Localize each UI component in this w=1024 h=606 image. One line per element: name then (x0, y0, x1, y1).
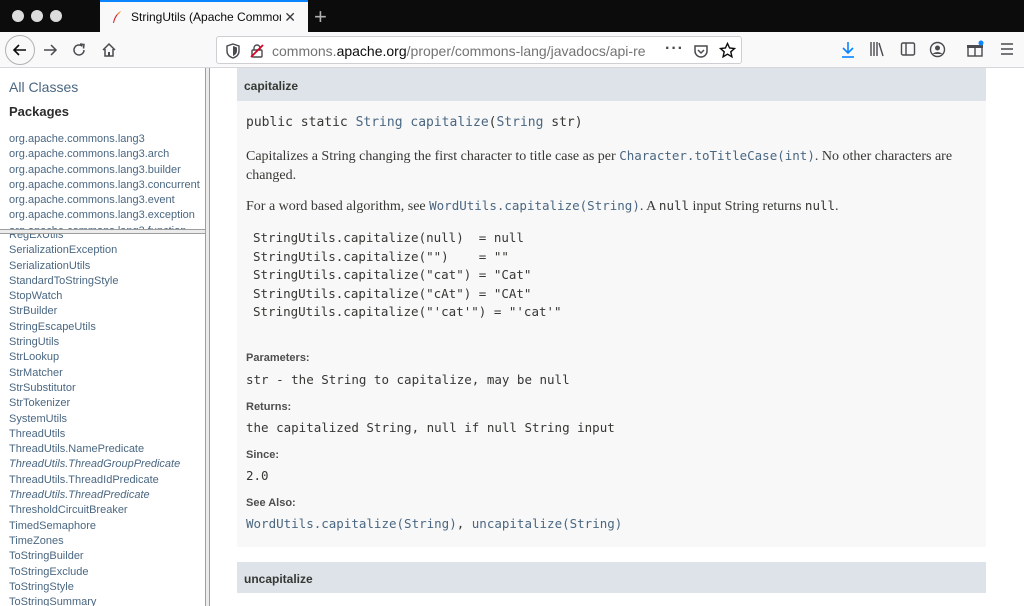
code-examples: StringUtils.capitalize(null) = null Strin… (253, 229, 562, 322)
example-line: StringUtils.capitalize("cat") = "Cat" (253, 267, 532, 282)
url-text[interactable]: commons.apache.org/proper/commons-lang/j… (272, 43, 652, 59)
class-link[interactable]: StrSubstitutor (9, 381, 180, 396)
apache-feather-icon (113, 11, 121, 23)
totitlecase-link[interactable]: Character.toTitleCase(int) (619, 148, 815, 163)
classes-frame: RegExUtils SerializationException Serializ… (0, 234, 205, 606)
tab-strip: StringUtils (Apache Commons Lang 3.9 API… (0, 0, 1024, 32)
extensions-gift-icon[interactable] (966, 40, 984, 58)
bookmark-star-icon[interactable] (719, 42, 736, 59)
param-type-link[interactable]: String (496, 115, 543, 130)
address-bar[interactable]: commons.apache.org/proper/commons-lang/j… (216, 36, 742, 64)
class-link[interactable]: ThresholdCircuitBreaker (9, 503, 180, 518)
class-link[interactable]: StrMatcher (9, 366, 180, 381)
package-link[interactable]: org.apache.commons.lang3.concurrent (9, 178, 200, 193)
example-line: StringUtils.capitalize("cAt") = "CAt" (253, 285, 532, 301)
package-link[interactable]: org.apache.commons.lang3.event (9, 193, 200, 208)
account-icon[interactable] (929, 41, 946, 58)
next-method-heading: uncapitalize (237, 562, 986, 593)
class-link[interactable]: SerializationException (9, 243, 180, 258)
pocket-icon[interactable] (693, 43, 709, 59)
reload-icon (73, 43, 85, 56)
downloads-icon[interactable] (840, 41, 856, 59)
class-link[interactable]: ToStringSummary (9, 595, 180, 606)
package-link[interactable]: org.apache.commons.lang3.exception (9, 208, 200, 223)
since-value: 2.0 (246, 468, 269, 483)
class-link[interactable]: ThreadUtils.ThreadIdPredicate (9, 473, 180, 488)
reload-button[interactable] (66, 37, 92, 63)
wordutils-capitalize-link[interactable]: WordUtils.capitalize(String) (429, 198, 640, 213)
class-link[interactable]: StrBuilder (9, 304, 180, 319)
class-link[interactable]: TimeZones (9, 534, 180, 549)
description-paragraph-2: For a word based algorithm, see WordUtil… (246, 198, 839, 214)
method-name-link[interactable]: capitalize (410, 115, 488, 130)
class-link[interactable]: StrTokenizer (9, 396, 180, 411)
library-icon[interactable] (869, 41, 887, 57)
zoom-window-button[interactable] (50, 10, 62, 22)
class-link[interactable]: SerializationUtils (9, 259, 180, 274)
back-arrow-icon (12, 44, 26, 56)
see-also-wordutils-link[interactable]: WordUtils.capitalize(String) (246, 516, 457, 531)
active-tab[interactable]: StringUtils (Apache Commons Lang 3.9 API… (100, 0, 308, 32)
page-actions-icon[interactable]: ··· (665, 40, 684, 58)
class-link[interactable]: ThreadUtils.ThreadGroupPredicate (9, 457, 180, 472)
class-list: RegExUtils SerializationException Serializ… (9, 234, 180, 606)
example-line: StringUtils.capitalize(null) = null (253, 230, 524, 245)
since-label: Since: (246, 449, 280, 461)
method-heading: capitalize (237, 68, 986, 101)
class-link[interactable]: StandardToStringStyle (9, 274, 180, 289)
menu-hamburger-icon[interactable] (999, 42, 1015, 56)
class-detail-frame: capitalize public static String capitali… (210, 68, 1024, 606)
class-link[interactable]: RegExUtils (9, 234, 180, 243)
all-classes-link[interactable]: All Classes (9, 79, 78, 95)
returns-label: Returns: (246, 401, 292, 413)
tab-close-icon[interactable]: ✕ (284, 9, 296, 26)
class-link[interactable]: StopWatch (9, 289, 180, 304)
parameters-label: Parameters: (246, 352, 310, 364)
sidebar-toggle-icon[interactable] (900, 41, 916, 57)
see-also-uncapitalize-link[interactable]: uncapitalize(String) (472, 516, 623, 531)
tab-title: StringUtils (Apache Commons Lang 3.9 API… (131, 10, 281, 24)
forward-arrow-icon (44, 44, 58, 56)
class-link[interactable]: SystemUtils (9, 412, 180, 427)
package-link[interactable]: org.apache.commons.lang3.builder (9, 163, 200, 178)
example-line: StringUtils.capitalize("") = "" (253, 248, 509, 264)
shield-icon[interactable] (226, 43, 240, 59)
parameters-value: str - the String to capitalize, may be n… (246, 372, 570, 387)
class-link[interactable]: ThreadUtils.ThreadPredicate (9, 488, 180, 503)
see-also-label: See Also: (246, 497, 296, 509)
class-link[interactable]: StringEscapeUtils (9, 320, 180, 335)
back-button[interactable] (5, 35, 35, 65)
navigation-toolbar: commons.apache.org/proper/commons-lang/j… (0, 32, 1024, 68)
home-button[interactable] (96, 37, 122, 63)
new-tab-button[interactable]: + (314, 4, 327, 30)
minimize-window-button[interactable] (31, 10, 43, 22)
packages-frame: All Classes Packages org.apache.commons.… (0, 68, 205, 229)
see-also-value: WordUtils.capitalize(String), uncapitali… (246, 516, 623, 531)
class-link[interactable]: TimedSemaphore (9, 519, 180, 534)
close-window-button[interactable] (12, 10, 24, 22)
class-link[interactable]: ThreadUtils.NamePredicate (9, 442, 180, 457)
example-line: StringUtils.capitalize("'cat'") = "'cat'… (253, 304, 562, 319)
returns-value: the capitalized String, null if null Str… (246, 420, 615, 435)
class-link[interactable]: StrLookup (9, 350, 180, 365)
class-link[interactable]: ToStringStyle (9, 580, 180, 595)
class-link[interactable]: ThreadUtils (9, 427, 180, 442)
package-link[interactable]: org.apache.commons.lang3.arch (9, 147, 200, 162)
string-type-link[interactable]: String (356, 115, 403, 130)
method-signature: public static String capitalize(String s… (246, 115, 583, 130)
description-paragraph-1: Capitalizes a String changing the first … (246, 148, 953, 183)
package-list: org.apache.commons.lang3 org.apache.commo… (9, 132, 200, 229)
insecure-lock-icon[interactable] (249, 43, 265, 59)
home-icon (102, 42, 116, 57)
class-link[interactable]: ToStringExclude (9, 565, 180, 580)
package-link[interactable]: org.apache.commons.lang3 (9, 132, 200, 147)
class-link[interactable]: StringUtils (9, 335, 180, 350)
forward-button[interactable] (37, 37, 63, 63)
class-link[interactable]: ToStringBuilder (9, 549, 180, 564)
packages-heading: Packages (9, 104, 69, 119)
